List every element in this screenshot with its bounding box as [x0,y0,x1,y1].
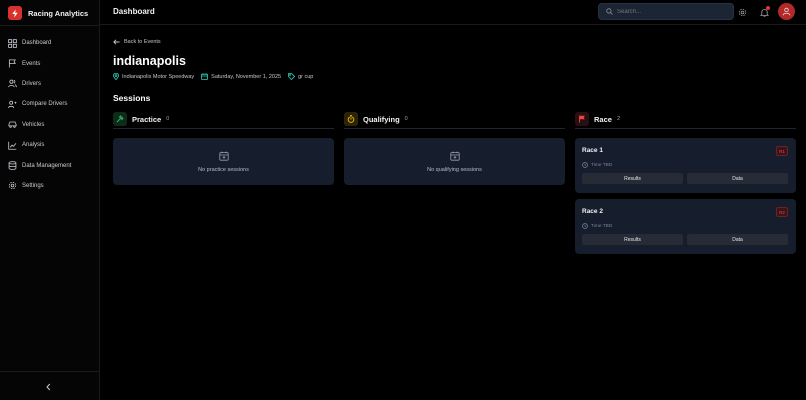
race-badge: R2 [776,207,788,217]
sessions-heading: Sessions [113,93,151,103]
sidebar-item-label: Compare Drivers [22,101,68,108]
gear-icon [738,8,746,16]
app-title: Racing Analytics [28,8,89,18]
stopwatch-icon [344,112,358,126]
sidebar-item-analysis[interactable]: Analysis [0,135,100,155]
page-title: Dashboard [113,7,155,16]
lightning-icon [8,6,22,20]
user-icon [782,7,791,16]
event-meta: Indianapolis Motor Speedway Saturday, No… [113,73,320,80]
practice-count: 0 [166,116,170,122]
qualifying-empty-state: No qualifying sessions [344,138,565,185]
race-time-text: Time TBD [591,162,613,168]
sidebar-item-label: Vehicles [22,121,45,128]
search-box[interactable] [598,3,734,20]
sidebar-item-label: Drivers [22,80,41,87]
chart-line-icon [8,141,17,150]
sidebar-nav: Dashboard Events Drivers Compare Drivers… [0,33,100,196]
sidebar-item-label: Analysis [22,142,45,149]
tag-icon [288,73,296,80]
clock-icon [582,223,588,229]
sidebar-item-compare-drivers[interactable]: Compare Drivers [0,94,100,114]
calendar-icon [201,73,209,80]
flag-icon [8,59,16,68]
event-title: indianapolis [113,54,186,68]
sidebar-item-drivers[interactable]: Drivers [0,74,100,94]
sidebar-item-label: Settings [22,182,44,189]
divider [0,25,100,26]
event-venue-text: Indianapolis Motor Speedway [122,73,195,80]
practice-column: Practice 0 No practice sessions [113,112,334,185]
race-column: Race 2 Race 1 R1 Time TBD Results Data R… [575,112,796,254]
practice-empty-text: No practice sessions [198,166,249,173]
sidebar-item-label: Events [22,60,41,67]
race-time-text: Time TBD [591,223,613,229]
race-name: Race 2 [582,208,603,215]
race-count: 2 [616,116,620,122]
event-series: gr cup [288,73,313,80]
search-icon [606,8,613,15]
qualifying-column: Qualifying 0 No qualifying sessions [344,112,565,185]
brand[interactable]: Racing Analytics [8,4,88,22]
search-input[interactable] [617,8,727,15]
users-icon [8,80,17,88]
practice-header: Practice 0 [113,112,334,129]
database-icon [8,161,17,170]
back-link-label: Back to Events [124,39,161,45]
qualifying-count: 0 [404,116,408,122]
race-time: Time TBD [582,223,612,229]
notifications-button[interactable] [758,6,770,18]
race-time: Time TBD [582,162,612,168]
sidebar-item-label: Dashboard [22,40,52,47]
sidebar-item-label: Data Management [22,162,72,169]
sidebar: Racing Analytics Dashboard Events Driver… [0,0,100,400]
qualifying-header: Qualifying 0 [344,112,565,129]
dashboard-icon [8,38,17,48]
sidebar-item-vehicles[interactable]: Vehicles [0,115,100,135]
arrow-left-icon [113,39,120,45]
sidebar-item-events[interactable]: Events [0,53,100,73]
gear-icon [8,182,17,190]
notification-badge [766,6,770,10]
race-name: Race 1 [582,147,603,154]
event-date: Saturday, November 1, 2025 [201,73,281,80]
avatar[interactable] [778,3,795,20]
divider [0,371,100,372]
data-button[interactable]: Data [687,173,788,184]
qualifying-title: Qualifying [363,114,400,124]
settings-button[interactable] [736,6,748,18]
sidebar-item-data-management[interactable]: Data Management [0,155,100,175]
event-venue: Indianapolis Motor Speedway [113,73,194,80]
practice-icon [113,112,127,126]
sidebar-item-dashboard[interactable]: Dashboard [0,33,100,53]
sidebar-item-settings[interactable]: Settings [0,176,100,196]
race-badge: R1 [776,146,788,156]
results-button[interactable]: Results [582,234,683,245]
practice-empty-state: No practice sessions [113,138,334,185]
event-series-text: gr cup [298,73,314,80]
collapse-sidebar-button[interactable] [42,381,54,393]
calendar-icon [449,151,460,161]
race-card-2[interactable]: Race 2 R2 Time TBD Results Data [575,199,796,254]
race-flag-icon [575,112,589,126]
race-title: Race [594,114,612,124]
qualifying-empty-text: No qualifying sessions [427,166,482,173]
event-date-text: Saturday, November 1, 2025 [211,73,282,80]
clock-icon [582,162,588,168]
back-to-events-link[interactable]: Back to Events [113,39,161,45]
map-pin-icon [113,73,119,80]
calendar-icon [218,151,229,161]
race-header: Race 2 [575,112,796,129]
chevron-left-icon [45,383,50,391]
car-icon [8,121,17,129]
top-header: Dashboard [100,0,806,25]
practice-title: Practice [132,114,162,124]
compare-users-icon [8,100,17,108]
race-card-1[interactable]: Race 1 R1 Time TBD Results Data [575,138,796,193]
results-button[interactable]: Results [582,173,683,184]
data-button[interactable]: Data [687,234,788,245]
